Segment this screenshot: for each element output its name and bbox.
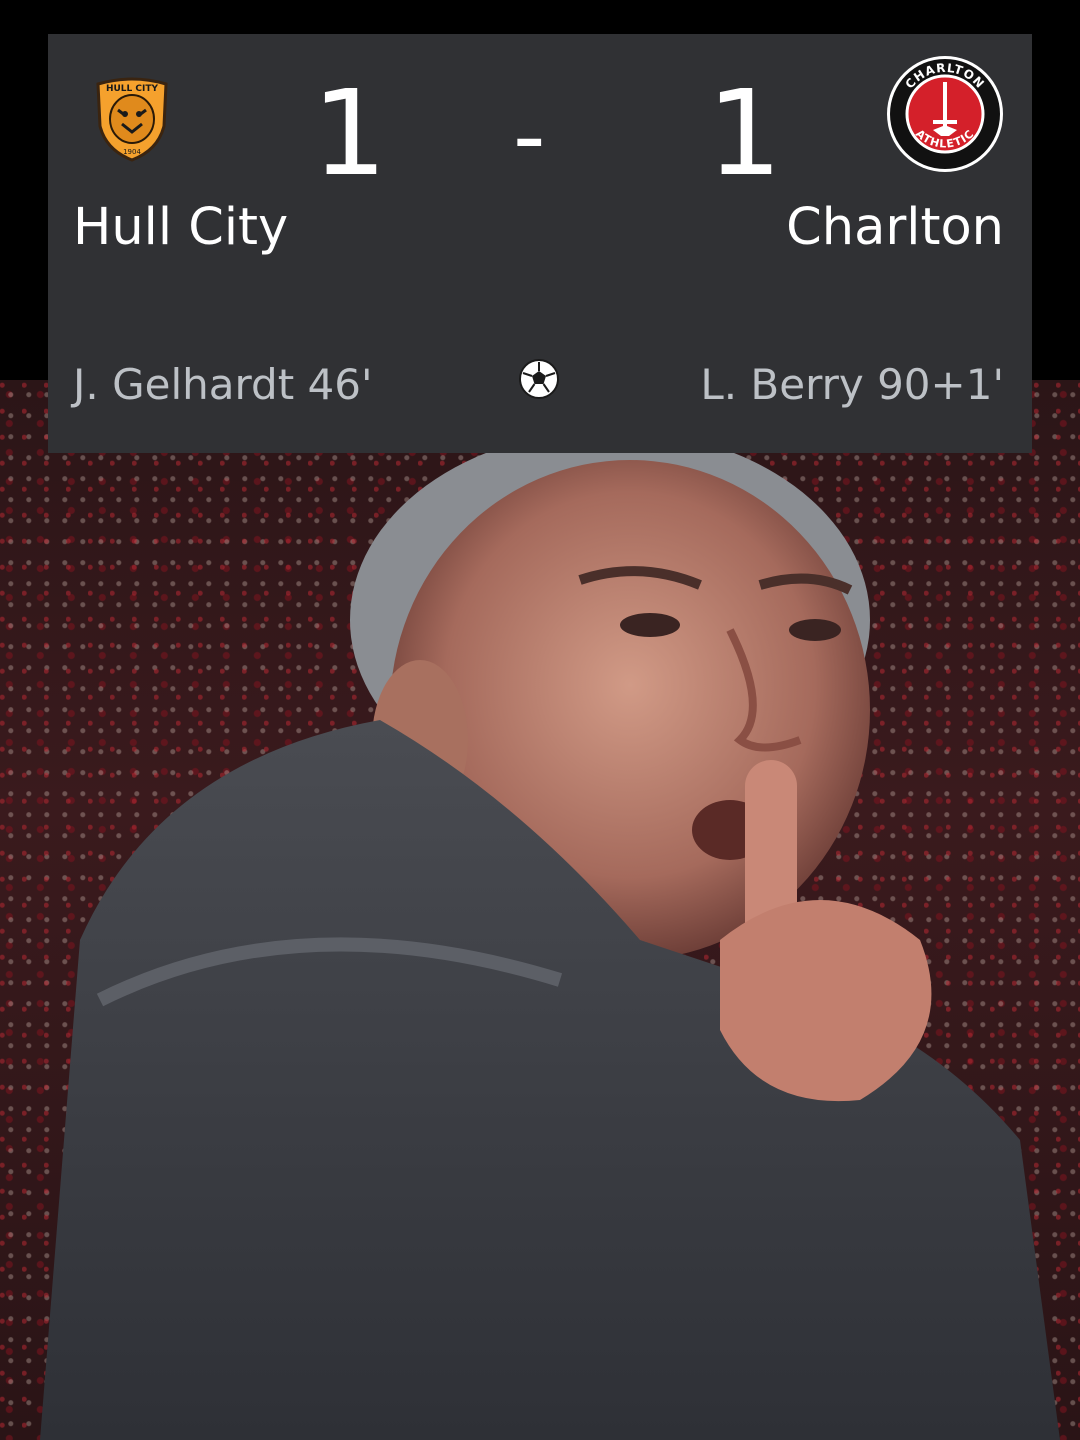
match-scorecard[interactable]: HULL CITY 1904 1 - 1 CHARLTON ATHLETIC H…: [48, 34, 1032, 453]
away-score: 1: [707, 64, 783, 202]
manager-shush-photo: [40, 430, 1060, 1440]
away-team-name[interactable]: Charlton: [786, 202, 1004, 253]
away-goal-scorer: L. Berry 90+1': [700, 360, 1004, 409]
home-score: 1: [312, 64, 388, 202]
video-frame: HULL CITY 1904 1 - 1 CHARLTON ATHLETIC H…: [0, 0, 1080, 1440]
svg-text:HULL CITY: HULL CITY: [106, 84, 159, 94]
hull-city-crest-icon: HULL CITY 1904: [92, 74, 172, 164]
soccer-ball-icon: [518, 358, 560, 400]
home-goal-scorer: J. Gelhardt 46': [73, 360, 373, 409]
home-team-name[interactable]: Hull City: [73, 202, 288, 253]
charlton-crest-icon: CHARLTON ATHLETIC: [885, 54, 1005, 174]
svg-text:1904: 1904: [123, 148, 141, 156]
background-photo: [0, 380, 1080, 1440]
score-separator: -: [513, 84, 546, 189]
